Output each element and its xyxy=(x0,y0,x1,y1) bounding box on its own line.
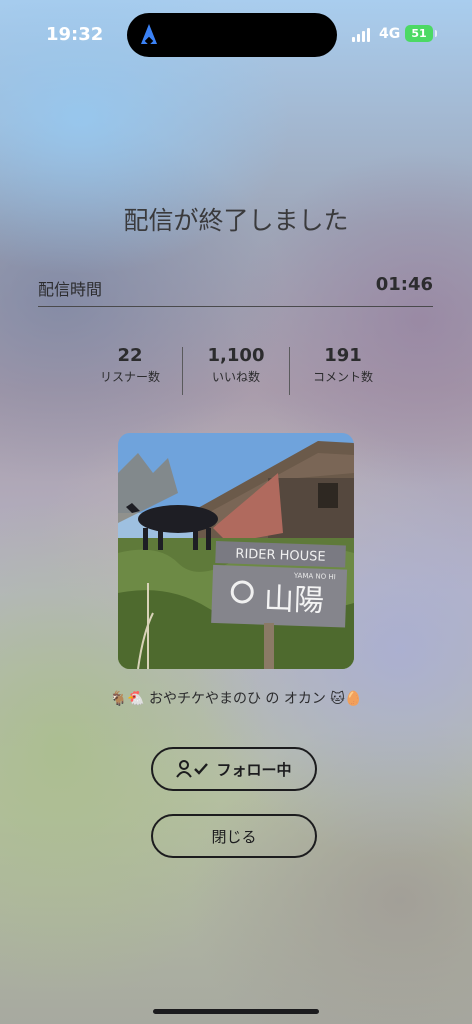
following-icon xyxy=(176,760,210,778)
status-time: 19:32 xyxy=(46,24,104,45)
close-label: 閉じる xyxy=(211,827,257,846)
stats-row: 22 リスナー数 1,100 いいね数 191 コメント数 xyxy=(0,345,472,395)
duration-value: 01:46 xyxy=(375,274,433,295)
following-label: フォロー中 xyxy=(216,760,292,779)
stat-label: リスナー数 xyxy=(99,370,160,384)
stat-listeners: 22 リスナー数 xyxy=(75,345,185,385)
home-indicator[interactable] xyxy=(153,1009,319,1014)
stat-likes: 1,100 いいね数 xyxy=(181,345,291,385)
following-button[interactable]: フォロー中 xyxy=(151,747,317,791)
status-bar: 19:32 4G 51 xyxy=(0,0,472,70)
battery-icon: 51 xyxy=(405,25,437,42)
close-button[interactable]: 閉じる xyxy=(151,814,317,858)
stat-comments: 191 コメント数 xyxy=(288,345,398,385)
stat-value: 22 xyxy=(117,345,143,366)
signal-icon xyxy=(352,28,370,42)
stat-value: 191 xyxy=(324,345,362,366)
sign-kanji: 山陽 xyxy=(263,582,324,619)
sign-subtext: YAMA NO HI xyxy=(293,572,336,581)
stat-value: 1,100 xyxy=(207,345,265,366)
stat-label: コメント数 xyxy=(312,370,373,384)
network-type: 4G xyxy=(379,26,401,42)
battery-level: 51 xyxy=(411,27,427,40)
stat-label: いいね数 xyxy=(211,370,260,384)
page-title: 配信が終了しました xyxy=(123,206,349,235)
location-arrow-icon xyxy=(141,24,157,44)
host-photo: RIDER HOUSE YAMA NO HI 山陽 xyxy=(118,433,354,669)
duration-row: 配信時間 01:46 xyxy=(38,272,433,307)
host-name[interactable]: 🐐🐔 おやチケやまのひ の オカン 🐱🥚 xyxy=(0,688,472,708)
sign-text: RIDER HOUSE xyxy=(235,547,326,565)
duration-label: 配信時間 xyxy=(38,280,103,299)
dynamic-island xyxy=(127,13,337,57)
